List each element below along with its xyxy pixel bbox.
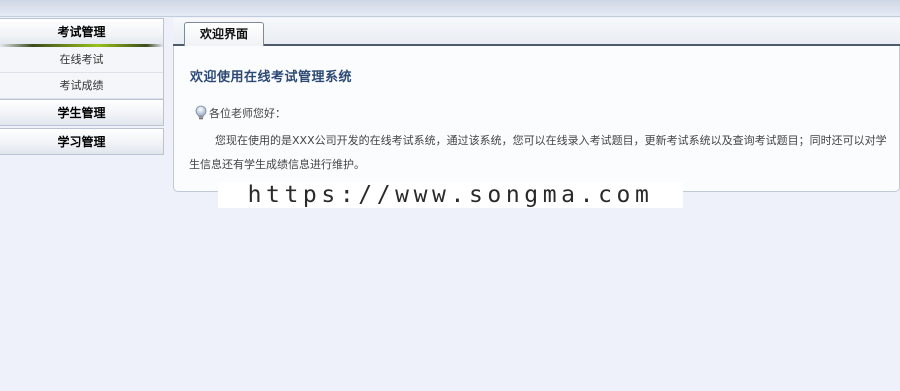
sidebar-group-exam-management[interactable]: 考试管理 — [0, 18, 164, 47]
main-panel: 欢迎界面 欢迎使用在线考试管理系统 各位老师您好： 您现在使用的是XXX公司开发… — [173, 18, 900, 192]
page-title: 欢迎使用在线考试管理系统 — [190, 70, 353, 85]
sidebar-group-student-management[interactable]: 学生管理 — [0, 99, 164, 126]
intro-paragraph: 您现在使用的是XXX公司开发的在线考试系统，通过该系统，您可以在线录入考试题目，… — [189, 134, 887, 171]
tab-bar: 欢迎界面 — [173, 18, 900, 46]
greeting-text: 各位老师您好： — [209, 107, 286, 120]
greeting-line: 各位老师您好： — [194, 105, 286, 121]
lightbulb-icon — [195, 105, 207, 120]
sidebar-sublist-exam: 在线考试 考试成绩 — [0, 47, 164, 99]
sidebar-group-study-management[interactable]: 学习管理 — [0, 128, 164, 155]
sidebar-item-exam-scores[interactable]: 考试成绩 — [0, 73, 163, 99]
watermark-url: https://www.songma.com — [218, 182, 683, 208]
top-strip — [0, 0, 900, 17]
tab-welcome[interactable]: 欢迎界面 — [184, 22, 264, 46]
sidebar: 考试管理 在线考试 考试成绩 学生管理 学习管理 — [0, 18, 164, 155]
sidebar-item-online-exam[interactable]: 在线考试 — [0, 47, 163, 73]
content-area: 欢迎使用在线考试管理系统 各位老师您好： 您现在使用的是XXX公司开发的在线考试… — [173, 46, 900, 192]
